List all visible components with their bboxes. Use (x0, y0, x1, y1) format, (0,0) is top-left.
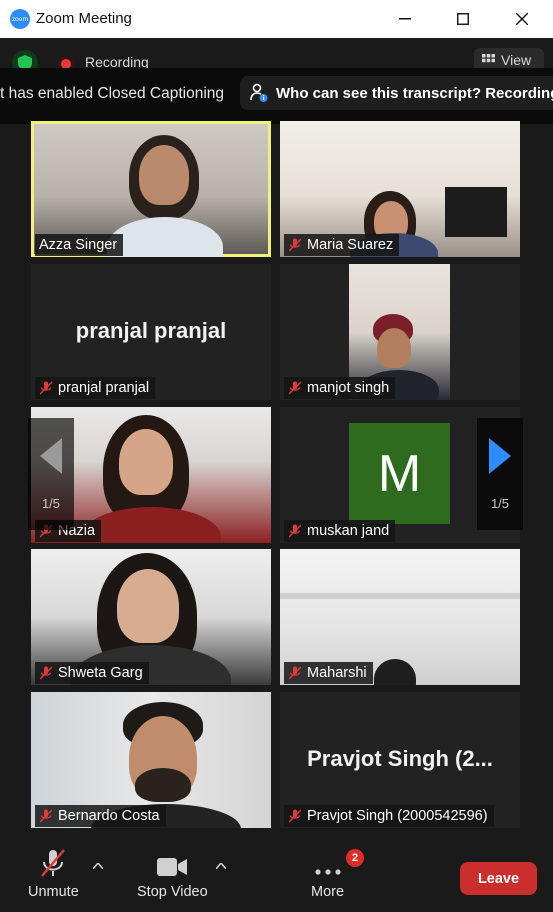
participant-tile[interactable]: Pravjot Singh (2... Pravjot Singh (20005… (280, 692, 520, 828)
arrow-left-icon (40, 437, 62, 474)
maximize-button[interactable] (434, 0, 492, 38)
participant-name-tag: muskan jand (284, 520, 396, 542)
muted-microphone-icon (41, 849, 66, 877)
participant-name: manjot singh (307, 380, 390, 396)
participant-tile[interactable]: pranjal pranjal pranjal pranjal (31, 264, 271, 400)
participant-tile[interactable]: Azza Singer (31, 121, 271, 257)
transcript-notice-text: Who can see this transcript? Recording (276, 84, 553, 102)
participant-name: Bernardo Costa (58, 808, 160, 824)
minimize-icon (399, 18, 411, 20)
person-info-icon (248, 82, 270, 104)
transcript-notice[interactable]: Who can see this transcript? Recording (240, 76, 553, 110)
participant-name-tag: pranjal pranjal (35, 377, 156, 399)
participant-name: Maharshi (307, 665, 367, 681)
page-indicator-right: 1/5 (490, 495, 510, 511)
more-button[interactable]: More (311, 848, 344, 900)
participant-name: pranjal pranjal (58, 380, 150, 396)
arrow-right-icon (489, 437, 511, 474)
previous-page-button[interactable]: 1/5 (28, 418, 74, 530)
muted-mic-icon (288, 524, 302, 538)
muted-mic-icon (288, 809, 302, 823)
close-icon (516, 13, 528, 25)
participant-avatar: M (349, 423, 450, 524)
next-page-button[interactable]: 1/5 (477, 418, 523, 530)
participant-tile[interactable]: Bernardo Costa (31, 692, 271, 828)
notification-badge: 2 (346, 849, 364, 867)
participant-tile[interactable]: Shweta Garg (31, 549, 271, 685)
participant-name: Azza Singer (39, 237, 118, 253)
muted-mic-icon (39, 666, 53, 680)
more-label: More (311, 884, 345, 900)
participant-name-tag: manjot singh (284, 377, 396, 399)
participant-name-tag: Bernardo Costa (35, 805, 166, 827)
participant-name: muskan jand (307, 523, 390, 539)
muted-mic-icon (288, 666, 302, 680)
participant-name: Shweta Garg (58, 665, 143, 681)
caption-text: t has enabled Closed Captioning (0, 85, 225, 102)
participant-name: Maria Suarez (307, 237, 394, 253)
stop-video-button[interactable]: Stop Video (137, 848, 208, 900)
participant-name-tag: Maria Suarez (284, 234, 400, 256)
leave-button[interactable]: Leave (460, 862, 537, 895)
zoom-window: zoom Zoom Meeting Recording View t has e… (0, 0, 553, 912)
muted-mic-icon (39, 809, 53, 823)
participant-display-name: pranjal pranjal (75, 318, 227, 343)
video-options-chevron-icon[interactable] (215, 858, 227, 872)
participant-name: Pravjot Singh (2000542596) (307, 808, 488, 824)
stop-video-label: Stop Video (137, 884, 208, 900)
participant-tile[interactable]: Maharshi (280, 549, 520, 685)
unmute-label: Unmute (28, 884, 79, 900)
muted-mic-icon (288, 381, 302, 395)
participant-name-tag: Pravjot Singh (2000542596) (284, 805, 494, 827)
participant-tile[interactable]: Maria Suarez (280, 121, 520, 257)
participant-name-tag: Shweta Garg (35, 662, 149, 684)
participant-tile[interactable]: manjot singh (280, 264, 520, 400)
page-indicator-left: 1/5 (41, 495, 61, 511)
video-camera-icon (157, 858, 188, 876)
minimize-button[interactable] (376, 0, 434, 38)
participant-display-name: Pravjot Singh (2... (307, 746, 493, 771)
view-label: View (501, 52, 532, 68)
participant-name-tag: Maharshi (284, 662, 373, 684)
meeting-top-bar: Recording (0, 38, 553, 76)
muted-mic-icon (39, 381, 53, 395)
title-bar: zoom Zoom Meeting (0, 0, 553, 38)
grid-view-icon (482, 53, 495, 62)
muted-mic-icon (288, 238, 302, 252)
audio-options-chevron-icon[interactable] (92, 858, 104, 872)
unmute-button[interactable]: Unmute (28, 848, 79, 900)
participant-name-tag: Azza Singer (35, 234, 124, 256)
window-title: Zoom Meeting (36, 10, 132, 27)
maximize-icon (457, 13, 469, 25)
more-dots-icon (314, 869, 341, 875)
zoom-logo-icon: zoom (10, 9, 30, 29)
close-button[interactable] (493, 0, 551, 38)
caption-banner: t has enabled Closed Captioning Who can … (0, 68, 553, 124)
